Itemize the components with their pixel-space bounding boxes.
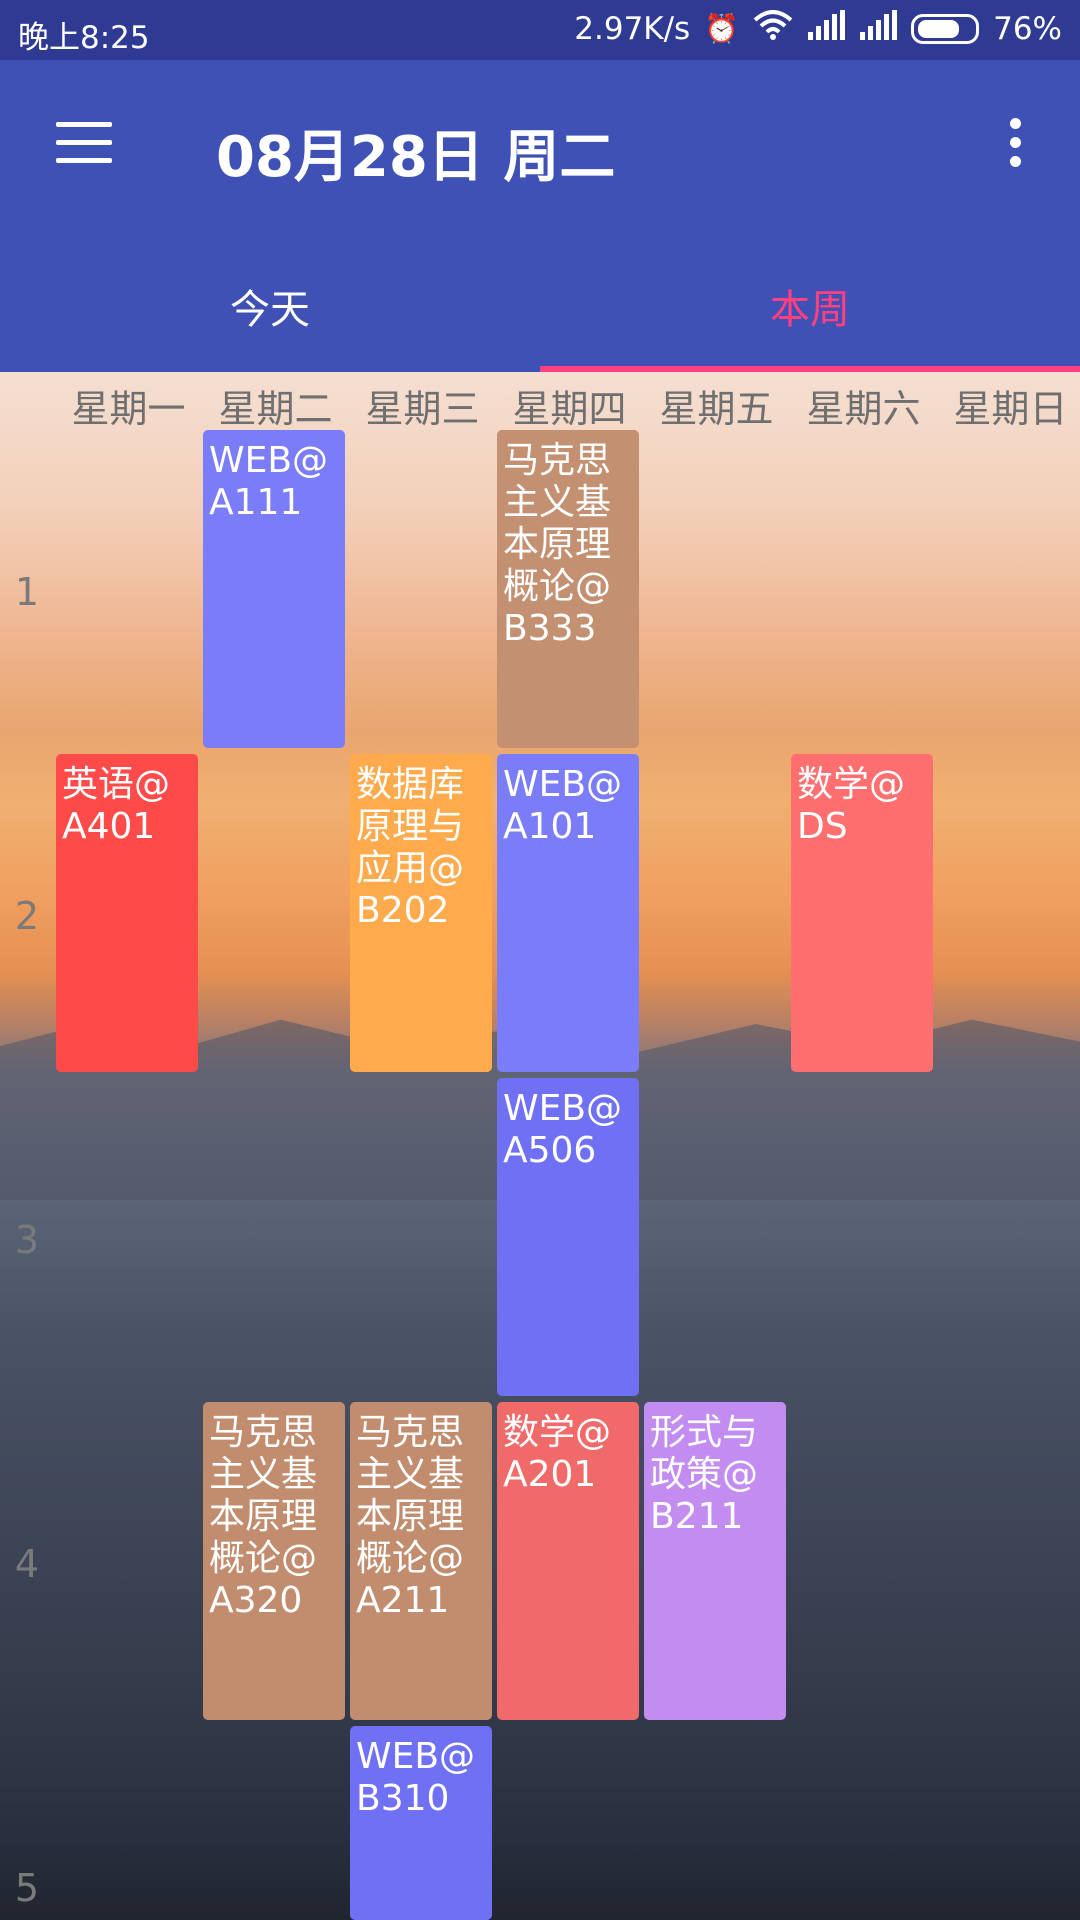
page-title: 08月28日 周二 [216, 125, 616, 190]
wifi-icon [753, 10, 793, 47]
course-block[interactable]: WEB@A101 [497, 754, 639, 1072]
tab-today[interactable]: 今天 [0, 270, 540, 370]
period-number-2: 2 [14, 894, 40, 938]
weekday-4: 星期四 [512, 387, 627, 431]
battery-icon [911, 13, 980, 44]
course-block[interactable]: WEB@B310 [350, 1726, 492, 1920]
more-vert-icon[interactable] [1000, 118, 1030, 174]
course-block[interactable]: 马克思主义基本原理概论@B333 [497, 430, 639, 748]
period-number-1: 1 [14, 570, 40, 614]
weekday-2: 星期二 [218, 387, 333, 431]
battery-level [918, 19, 960, 38]
menu-icon[interactable] [56, 122, 112, 166]
alarm-icon: ⏰ [704, 12, 740, 45]
course-block[interactable]: 数据库原理与应用@B202 [350, 754, 492, 1072]
course-block[interactable]: 英语@A401 [56, 754, 198, 1072]
signal-icon-2 [859, 10, 898, 47]
battery-percent: 76% [993, 10, 1062, 47]
app-bar: 08月28日 周二 今天 本周 [0, 60, 1080, 372]
network-speed: 2.97K/s [574, 10, 691, 47]
course-block[interactable]: 马克思主义基本原理概论@A320 [203, 1402, 345, 1720]
status-bar: 晚上8:25 2.97K/s ⏰ 76% [0, 0, 1080, 60]
tab-this-week[interactable]: 本周 [540, 270, 1080, 370]
course-block[interactable]: 马克思主义基本原理概论@A211 [350, 1402, 492, 1720]
period-number-4: 4 [14, 1542, 40, 1586]
weekday-7: 星期日 [953, 387, 1068, 431]
course-block[interactable]: WEB@A506 [497, 1078, 639, 1396]
signal-icon [807, 10, 846, 47]
status-time: 晚上8:25 [18, 20, 150, 56]
course-block[interactable]: 数学@DS [791, 754, 933, 1072]
period-number-3: 3 [14, 1218, 40, 1262]
weekday-3: 星期三 [365, 387, 480, 431]
status-right: 2.97K/s ⏰ 76% [574, 10, 1062, 47]
weekday-6: 星期六 [806, 387, 921, 431]
weekday-1: 星期一 [71, 387, 186, 431]
course-block[interactable]: 形式与政策@B211 [644, 1402, 786, 1720]
weekday-header: 星期一 星期二 星期三 星期四 星期五 星期六 星期日 [0, 372, 1080, 432]
course-block[interactable]: 数学@A201 [497, 1402, 639, 1720]
weekday-5: 星期五 [659, 387, 774, 431]
course-block[interactable]: WEB@A111 [203, 430, 345, 748]
period-number-5: 5 [14, 1866, 40, 1910]
